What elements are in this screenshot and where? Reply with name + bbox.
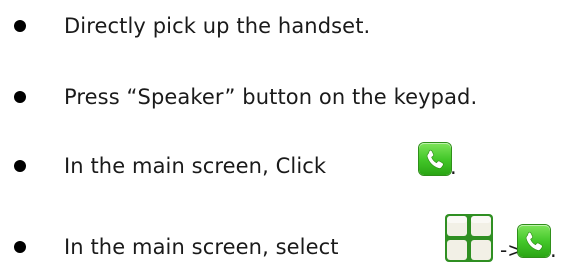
bullet-dot bbox=[14, 20, 26, 32]
item-text: Directly pick up the handset. bbox=[64, 14, 371, 38]
instruction-bullet-list: Directly pick up the handset. Press “Spe… bbox=[0, 0, 571, 276]
bullet-dot bbox=[14, 160, 26, 172]
bullet-dot bbox=[14, 91, 26, 103]
item-text: In the main screen, select bbox=[64, 235, 339, 259]
list-item: In the main screen, select bbox=[14, 227, 339, 267]
phone-call-icon bbox=[518, 225, 550, 257]
list-item: In the main screen, Click bbox=[14, 146, 326, 186]
item-text: Press “Speaker” button on the keypad. bbox=[64, 85, 478, 109]
item-text: In the main screen, Click bbox=[64, 154, 327, 178]
list-item: Directly pick up the handset. bbox=[14, 6, 370, 46]
sentence-period: . bbox=[550, 238, 557, 262]
list-item: Press “Speaker” button on the keypad. bbox=[14, 77, 477, 117]
bullet-dot bbox=[14, 241, 26, 253]
phone-call-icon bbox=[419, 143, 451, 175]
menu-grid-icon bbox=[444, 213, 494, 263]
sentence-period: . bbox=[450, 155, 457, 179]
